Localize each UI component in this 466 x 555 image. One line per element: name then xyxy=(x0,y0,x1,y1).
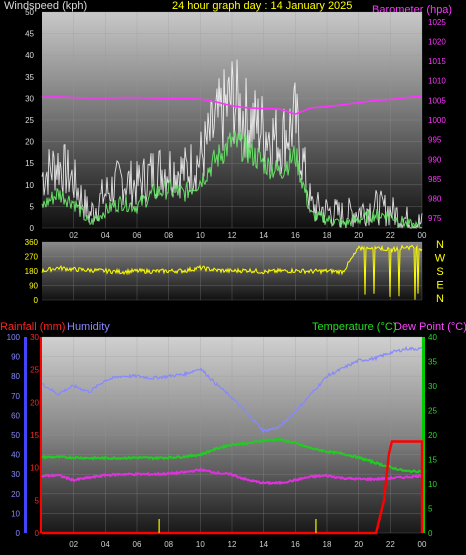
humidity-y-tick-label: 30 xyxy=(11,470,20,479)
temperature-y-tick-label: 15 xyxy=(428,456,437,465)
temperature-axis-label: Temperature (°C) xyxy=(312,321,396,333)
wind-y-tick-label: 50 xyxy=(25,8,34,17)
humidity-y-tick-label: 40 xyxy=(11,451,20,460)
temperature-y-tick-label: 35 xyxy=(428,358,437,367)
humidity-y-tick-label: 50 xyxy=(11,431,20,440)
baro-y-tick-label: 990 xyxy=(428,155,442,164)
baro-y-tick-label: 1025 xyxy=(428,18,446,27)
wind-y-tick-label: 35 xyxy=(25,73,34,82)
weather-graph: Windspeed (kph) 24 hour graph day : 14 J… xyxy=(0,0,466,549)
baro-y-tick-label: 1020 xyxy=(428,37,446,46)
x-tick-label-bottom: 04 xyxy=(101,540,110,549)
humidity-axis-label: Humidity xyxy=(67,321,110,333)
humidity-y-tick-label: 20 xyxy=(11,490,20,499)
rainfall-y-tick-label: 10 xyxy=(30,464,39,473)
direction-y-tick-label: 90 xyxy=(29,282,38,291)
x-tick-label-top: 14 xyxy=(259,231,268,240)
baro-y-tick-label: 985 xyxy=(428,175,442,184)
baro-y-tick-label: 1015 xyxy=(428,57,446,66)
rainfall-y-tick-label: 30 xyxy=(30,333,39,342)
temperature-y-tick-label: 0 xyxy=(428,529,433,538)
temperature-y-tick-label: 20 xyxy=(428,431,437,440)
compass-direction-label: W xyxy=(435,253,446,265)
x-tick-label-bottom: 00 xyxy=(418,540,427,549)
humidity-axis-bar xyxy=(24,337,27,533)
rainfall-y-tick-label: 0 xyxy=(35,529,40,538)
baro-y-tick-label: 1005 xyxy=(428,96,446,105)
direction-y-tick-label: 180 xyxy=(25,267,39,276)
direction-y-tick-label: 0 xyxy=(34,296,39,305)
humidity-y-tick-label: 10 xyxy=(11,509,20,518)
humidity-y-tick-label: 100 xyxy=(7,333,21,342)
wind-y-tick-label: 0 xyxy=(30,224,35,233)
humidity-y-tick-label: 80 xyxy=(11,372,20,381)
x-tick-label-top: 18 xyxy=(323,231,332,240)
direction-y-tick-label: 270 xyxy=(25,253,39,262)
wind-y-tick-label: 10 xyxy=(25,181,34,190)
compass-direction-label: E xyxy=(436,280,443,292)
rainfall-axis-label: Rainfall (mm) xyxy=(0,321,65,333)
temperature-y-tick-label: 40 xyxy=(428,333,437,342)
chart-title: 24 hour graph day : 14 January 2025 xyxy=(172,0,352,12)
x-tick-label-top: 08 xyxy=(164,231,173,240)
x-tick-label-bottom: 20 xyxy=(354,540,363,549)
x-tick-label-bottom: 14 xyxy=(259,540,268,549)
x-tick-label-top: 10 xyxy=(196,231,205,240)
baro-y-tick-label: 975 xyxy=(428,214,442,223)
compass-direction-label: N xyxy=(436,239,444,251)
x-tick-label-top: 04 xyxy=(101,231,110,240)
x-tick-label-bottom: 18 xyxy=(323,540,332,549)
x-tick-label-bottom: 10 xyxy=(196,540,205,549)
temperature-y-tick-label: 5 xyxy=(428,505,433,514)
dewpoint-axis-label: Dew Point (°C) xyxy=(394,321,466,333)
x-tick-label-top: 00 xyxy=(418,231,427,240)
x-tick-label-bottom: 12 xyxy=(228,540,237,549)
humidity-y-tick-label: 70 xyxy=(11,392,20,401)
rainfall-y-tick-label: 5 xyxy=(35,496,40,505)
wind-y-tick-label: 5 xyxy=(30,202,35,211)
temperature-y-tick-label: 10 xyxy=(428,480,437,489)
rainfall-y-tick-label: 20 xyxy=(30,398,39,407)
rainfall-y-tick-label: 25 xyxy=(30,366,39,375)
wind-y-tick-label: 45 xyxy=(25,30,34,39)
x-tick-label-top: 16 xyxy=(291,231,300,240)
wind-y-tick-label: 25 xyxy=(25,116,34,125)
humidity-y-tick-label: 60 xyxy=(11,411,20,420)
wind-y-tick-label: 20 xyxy=(25,138,34,147)
x-tick-label-bottom: 02 xyxy=(69,540,78,549)
x-tick-label-top: 12 xyxy=(228,231,237,240)
baro-y-tick-label: 995 xyxy=(428,136,442,145)
wind-y-tick-label: 30 xyxy=(25,94,34,103)
compass-direction-label: N xyxy=(436,293,444,305)
x-tick-label-top: 06 xyxy=(133,231,142,240)
temperature-y-tick-label: 30 xyxy=(428,382,437,391)
temperature-y-tick-label: 25 xyxy=(428,407,437,416)
x-tick-label-bottom: 22 xyxy=(386,540,395,549)
direction-y-tick-label: 360 xyxy=(25,238,39,247)
compass-direction-label: S xyxy=(436,266,443,278)
wind-y-tick-label: 40 xyxy=(25,51,34,60)
humidity-y-tick-label: 0 xyxy=(16,529,21,538)
x-tick-label-bottom: 16 xyxy=(291,540,300,549)
x-tick-label-top: 02 xyxy=(69,231,78,240)
x-tick-label-bottom: 08 xyxy=(164,540,173,549)
x-tick-label-top: 22 xyxy=(386,231,395,240)
humidity-y-tick-label: 90 xyxy=(11,353,20,362)
x-tick-label-bottom: 06 xyxy=(133,540,142,549)
windspeed-axis-label: Windspeed (kph) xyxy=(4,0,87,12)
rainfall-axis-bar xyxy=(40,337,42,533)
x-tick-label-top: 20 xyxy=(354,231,363,240)
baro-y-tick-label: 1010 xyxy=(428,77,446,86)
baro-y-tick-label: 1000 xyxy=(428,116,446,125)
wind-y-tick-label: 15 xyxy=(25,159,34,168)
baro-y-tick-label: 980 xyxy=(428,195,442,204)
rainfall-y-tick-label: 15 xyxy=(30,431,39,440)
